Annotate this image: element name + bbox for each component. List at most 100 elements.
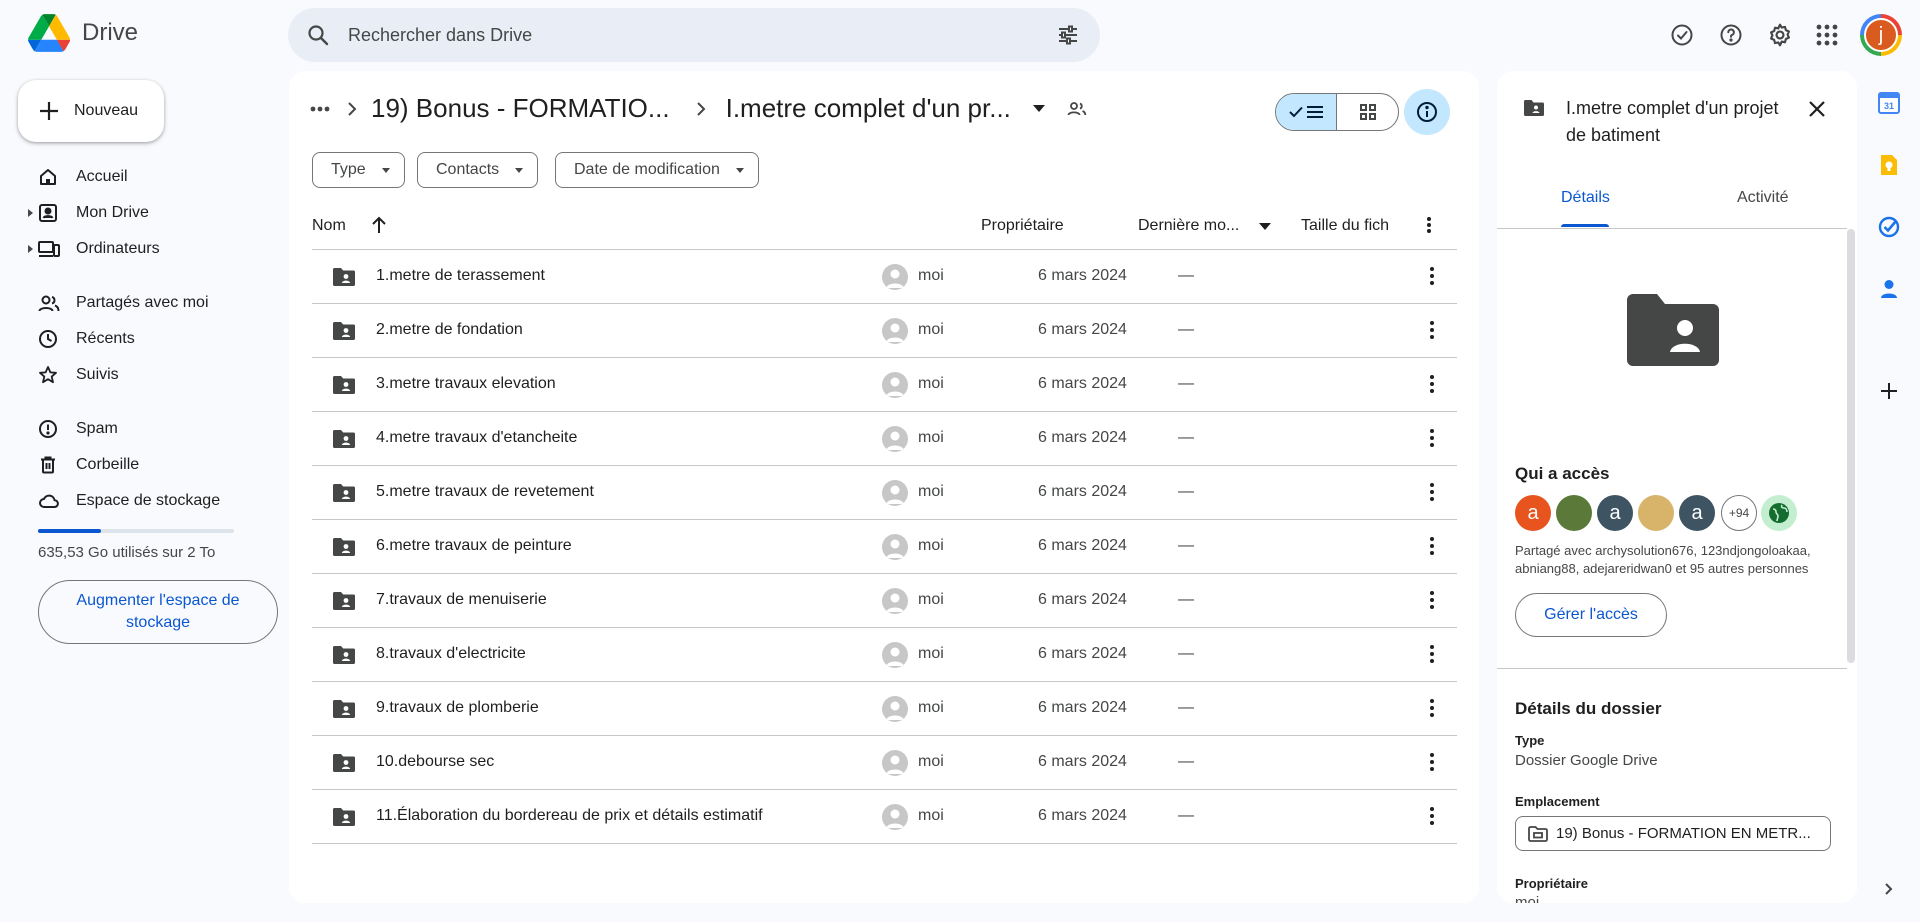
access-avatar[interactable]: a <box>1515 495 1551 531</box>
filter-date-chip[interactable]: Date de modification <box>555 152 759 188</box>
keep-icon[interactable] <box>1874 150 1904 180</box>
contacts-icon[interactable] <box>1874 274 1904 304</box>
access-avatar[interactable] <box>1556 495 1592 531</box>
owner-avatar <box>882 804 908 830</box>
filter-contacts-chip[interactable]: Contacts <box>417 152 539 188</box>
svg-text:31: 31 <box>1884 101 1894 111</box>
sort-arrow-up-icon[interactable] <box>371 216 387 234</box>
more-actions-icon[interactable] <box>1429 752 1435 772</box>
more-actions-icon[interactable] <box>1429 806 1435 826</box>
shared-folder-icon <box>332 753 356 773</box>
table-row[interactable]: 10.debourse sec moi 6 mars 2024 — <box>312 736 1457 790</box>
table-row[interactable]: 9.travaux de plomberie moi 6 mars 2024 — <box>312 682 1457 736</box>
details-info-button[interactable] <box>1404 89 1450 135</box>
table-row[interactable]: 11.Élaboration du bordereau de prix et d… <box>312 790 1457 844</box>
access-avatar[interactable] <box>1638 495 1674 531</box>
filter-type-chip[interactable]: Type <box>312 152 405 188</box>
manage-access-button[interactable]: Gérer l'accès <box>1515 593 1667 637</box>
tab-activity[interactable]: Activité <box>1737 189 1789 207</box>
breadcrumb-current[interactable]: I.metre complet d'un pr... <box>726 93 1011 124</box>
grid-view-button[interactable] <box>1337 94 1398 130</box>
more-actions-icon[interactable] <box>1429 482 1435 502</box>
sidebar-item-shared[interactable]: Partagés avec moi <box>0 286 270 320</box>
tab-details[interactable]: Détails <box>1561 189 1610 207</box>
trash-icon <box>38 455 58 475</box>
active-tab-indicator <box>1561 224 1609 227</box>
drive-logo-icon <box>28 14 70 52</box>
help-icon[interactable] <box>1716 20 1746 50</box>
access-avatar[interactable]: a <box>1597 495 1633 531</box>
sidebar-item-trash[interactable]: Corbeille <box>0 448 270 482</box>
public-globe-icon[interactable] <box>1761 495 1797 531</box>
sidebar-item-storage[interactable]: Espace de stockage <box>0 484 270 518</box>
table-row[interactable]: 5.metre travaux de revetement moi 6 mars 2… <box>312 466 1457 520</box>
expand-caret-icon[interactable] <box>28 245 33 253</box>
sidebar-item-recent[interactable]: Récents <box>0 322 270 356</box>
new-button[interactable]: Nouveau <box>18 80 164 142</box>
drive-logo[interactable]: Drive <box>28 14 138 52</box>
view-toggle <box>1275 93 1399 131</box>
table-row[interactable]: 1.metre de terassement moi 6 mars 2024 — <box>312 250 1457 304</box>
table-row[interactable]: 6.metre travaux de peinture moi 6 mars 202… <box>312 520 1457 574</box>
more-actions-icon[interactable] <box>1429 590 1435 610</box>
search-input[interactable] <box>348 24 1056 46</box>
access-more-count[interactable]: +94 <box>1721 495 1757 531</box>
home-icon <box>38 167 58 187</box>
list-view-button[interactable] <box>1276 94 1338 130</box>
sidebar-item-my-drive[interactable]: Mon Drive <box>0 196 270 230</box>
table-row[interactable]: 8.travaux d'electricite moi 6 mars 2024 — <box>312 628 1457 682</box>
sort-dropdown-icon[interactable] <box>1259 223 1271 231</box>
search-options-icon[interactable] <box>1056 23 1080 47</box>
shared-folder-people-icon[interactable] <box>1067 101 1087 117</box>
storage-usage-bar <box>38 529 234 533</box>
table-row[interactable]: 4.metre travaux d'etancheite moi 6 mars 20… <box>312 412 1457 466</box>
settings-gear-icon[interactable] <box>1765 20 1795 50</box>
more-actions-icon[interactable] <box>1429 428 1435 448</box>
table-row[interactable]: 3.metre travaux elevation moi 6 mars 2024 — <box>312 358 1457 412</box>
file-size: — <box>1178 591 1194 608</box>
more-path-icon[interactable] <box>305 94 335 124</box>
access-avatar[interactable]: a <box>1679 495 1715 531</box>
calendar-icon[interactable]: 31 <box>1874 88 1904 118</box>
more-actions-icon[interactable] <box>1429 698 1435 718</box>
column-options-icon[interactable] <box>1426 216 1432 234</box>
location-chip[interactable]: 19) Bonus - FORMATION EN METR... <box>1515 816 1831 851</box>
more-actions-icon[interactable] <box>1429 374 1435 394</box>
expand-caret-icon[interactable] <box>28 209 33 217</box>
list-icon <box>1307 106 1323 118</box>
tasks-icon[interactable] <box>1874 212 1904 242</box>
file-name: 10.debourse sec <box>376 753 495 770</box>
shared-folder-icon <box>332 699 356 719</box>
account-avatar[interactable]: j <box>1860 14 1902 56</box>
sidebar-item-computers[interactable]: Ordinateurs <box>0 232 270 266</box>
shared-folder-large-icon <box>1627 294 1719 366</box>
column-header-owner[interactable]: Propriétaire <box>981 217 1064 235</box>
sidebar-item-home[interactable]: Accueil <box>0 160 270 194</box>
more-actions-icon[interactable] <box>1429 320 1435 340</box>
sidebar-item-starred[interactable]: Suivis <box>0 358 270 392</box>
more-actions-icon[interactable] <box>1429 644 1435 664</box>
details-scrollbar[interactable] <box>1847 229 1855 663</box>
table-row[interactable]: 7.travaux de menuiserie moi 6 mars 2024 — <box>312 574 1457 628</box>
search-icon[interactable] <box>306 23 330 47</box>
breadcrumb-parent[interactable]: 19) Bonus - FORMATIO... <box>371 93 670 124</box>
offline-ready-icon[interactable] <box>1667 20 1697 50</box>
apps-grid-icon[interactable] <box>1812 20 1842 50</box>
more-actions-icon[interactable] <box>1429 266 1435 286</box>
close-icon[interactable] <box>1807 99 1827 119</box>
folder-menu-dropdown-icon[interactable] <box>1032 104 1045 113</box>
upgrade-storage-button[interactable]: Augmenter l'espace de stockage <box>38 580 278 644</box>
column-header-size[interactable]: Taille du fich <box>1301 217 1389 235</box>
more-actions-icon[interactable] <box>1429 536 1435 556</box>
dropdown-arrow-icon <box>381 167 390 173</box>
column-header-name[interactable]: Nom <box>312 217 346 235</box>
location-label: Emplacement <box>1515 794 1600 809</box>
search-bar[interactable] <box>288 8 1100 62</box>
table-row[interactable]: 2.metre de fondation moi 6 mars 2024 — <box>312 304 1457 358</box>
chevron-right-icon <box>696 101 706 117</box>
file-size: — <box>1178 537 1194 554</box>
column-header-modified[interactable]: Dernière mo... <box>1138 217 1239 235</box>
add-addon-plus-icon[interactable] <box>1874 376 1904 406</box>
sidebar-item-spam[interactable]: Spam <box>0 412 270 446</box>
expand-panel-chevron-icon[interactable] <box>1874 874 1904 904</box>
